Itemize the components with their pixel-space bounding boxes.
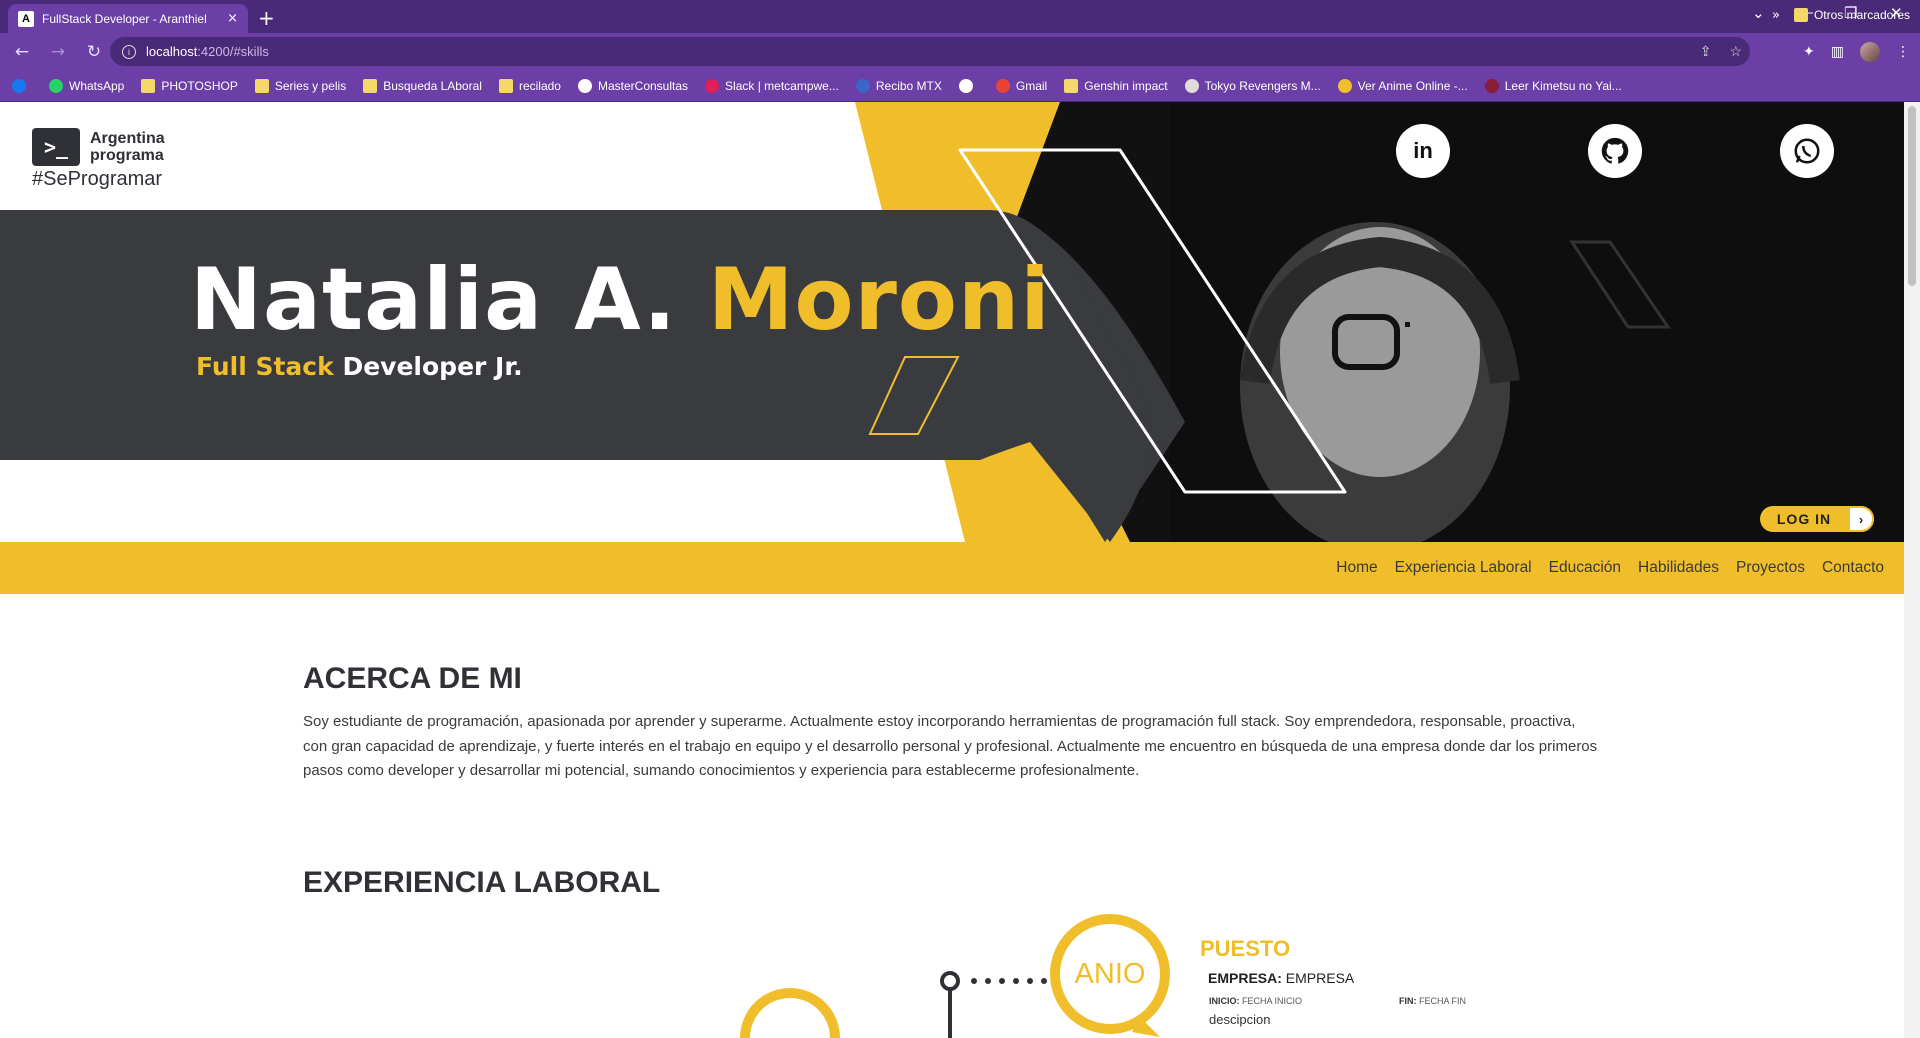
bookmarks-overflow-button[interactable]: »	[1772, 8, 1780, 23]
bookmark-item[interactable]	[958, 78, 979, 93]
bookmark-facebook[interactable]	[12, 78, 32, 93]
bookmark-label: Busqueda LAboral	[383, 78, 482, 93]
folder-icon	[363, 78, 378, 93]
bookmark-item[interactable]: Recibo MTX	[855, 78, 942, 93]
other-bookmarks[interactable]: Otros marcadores	[1793, 8, 1910, 22]
bookmark-label: Ver Anime Online -...	[1357, 78, 1468, 93]
url-host: localhost	[146, 44, 198, 59]
bookmark-item[interactable]: Tokyo Revengers M...	[1184, 78, 1321, 93]
browser-tab-strip: A FullStack Developer - Aranthiel × + ⌄ …	[0, 0, 1920, 33]
experience-position: PUESTO	[1200, 936, 1291, 961]
experience-company: EMPRESA: EMPRESA	[1208, 970, 1354, 986]
share-icon[interactable]: ⇪	[1700, 43, 1712, 60]
company-value: EMPRESA	[1285, 970, 1355, 986]
experience-start: INICIO: FECHA INICIO	[1209, 996, 1302, 1006]
bookmark-label: Series y pelis	[274, 78, 347, 93]
folder-icon	[254, 78, 269, 93]
folder-icon	[1793, 8, 1808, 22]
bookmark-label: Slack | metcampwe...	[725, 78, 839, 93]
folder-icon	[141, 78, 156, 93]
bookmark-item[interactable]: Gmail	[995, 78, 1048, 93]
bookmark-item[interactable]: Series y pelis	[254, 78, 347, 93]
browser-tab[interactable]: A FullStack Developer - Aranthiel ×	[8, 4, 248, 33]
forward-arrow-icon[interactable]: →	[44, 42, 72, 62]
browser-toolbar: ← → ↻ i localhost:4200/#skills ⇪ ☆ ✦ ▥ ⋮	[0, 33, 1920, 70]
bookmark-item[interactable]: recilado	[498, 78, 561, 93]
tab-title: FullStack Developer - Aranthiel	[42, 11, 207, 26]
end-value: FECHA FIN	[1419, 996, 1467, 1006]
bookmark-label: MasterConsultas	[597, 78, 689, 93]
bookmark-item[interactable]: Slack | metcampwe...	[705, 78, 839, 93]
end-label: FIN:	[1399, 996, 1417, 1006]
extensions-icon[interactable]: ✦	[1803, 44, 1815, 60]
bookmark-label: Tokyo Revengers M...	[1204, 78, 1321, 93]
bookmark-label: Gmail	[1015, 78, 1048, 93]
whatsapp-icon	[49, 78, 63, 93]
bookmark-item[interactable]: Genshin impact	[1064, 78, 1168, 93]
info-icon[interactable]: i	[122, 44, 136, 59]
bookmark-label: recilado	[518, 78, 561, 93]
bookmark-label: Recibo MTX	[875, 78, 942, 93]
side-panel-icon[interactable]: ▥	[1831, 44, 1844, 60]
url-path: :4200/#skills	[197, 44, 269, 59]
page-icon	[855, 78, 870, 93]
bookmark-star-icon[interactable]: ☆	[1729, 43, 1742, 60]
company-label: EMPRESA:	[1208, 970, 1282, 986]
experience-year-badge: ANIO	[1050, 914, 1170, 1034]
anime-icon	[1337, 78, 1352, 93]
start-value: FECHA INICIO	[1242, 996, 1303, 1006]
bookmarks-bar: WhatsApp PHOTOSHOP Series y pelis Busqueda …	[0, 70, 1920, 102]
back-arrow-icon[interactable]: ←	[8, 42, 36, 62]
bookmark-label: WhatsApp	[69, 78, 125, 93]
globe-icon	[577, 78, 592, 93]
bookmark-item[interactable]: MasterConsultas	[577, 78, 689, 93]
manga-icon	[1484, 78, 1499, 93]
menu-kebab-icon[interactable]: ⋮	[1896, 44, 1910, 60]
tab-search-icon[interactable]: ⌄	[1752, 4, 1765, 22]
bookmark-item[interactable]: PHOTOSHOP	[141, 78, 238, 93]
experience-end: FIN: FECHA FIN	[1399, 996, 1466, 1006]
start-label: INICIO:	[1209, 996, 1240, 1006]
bookmark-item[interactable]: Busqueda LAboral	[363, 78, 482, 93]
address-bar[interactable]: i localhost:4200/#skills ⇪ ☆	[110, 37, 1750, 66]
slack-icon	[705, 78, 720, 93]
gmail-icon	[995, 78, 1010, 93]
bookmark-label: Genshin impact	[1084, 78, 1168, 93]
other-bookmarks-label: Otros marcadores	[1813, 8, 1910, 22]
site-icon	[1184, 78, 1199, 93]
page-scrollbar[interactable]	[1904, 102, 1920, 1038]
globe-icon	[958, 78, 973, 93]
bookmark-item[interactable]: WhatsApp	[49, 78, 125, 93]
experience-description: descipcion	[1209, 1012, 1271, 1027]
profile-avatar[interactable]	[1860, 42, 1880, 62]
bookmark-label: PHOTOSHOP	[161, 78, 238, 93]
scrollbar-thumb[interactable]	[1908, 106, 1916, 286]
folder-icon	[1064, 78, 1079, 93]
folder-icon	[498, 78, 513, 93]
bookmark-label: Leer Kimetsu no Yai...	[1504, 78, 1622, 93]
facebook-icon	[12, 78, 26, 93]
tab-close-icon[interactable]: ×	[227, 11, 238, 26]
new-tab-button[interactable]: +	[258, 6, 275, 30]
page-viewport: >_ Argentina programa #SeProgramar Natal…	[0, 102, 1904, 1038]
reload-icon[interactable]: ↻	[80, 42, 108, 62]
experience-timeline-graphic	[740, 971, 1160, 1038]
angular-favicon-icon: A	[18, 10, 34, 27]
bookmark-item[interactable]: Leer Kimetsu no Yai...	[1484, 78, 1622, 93]
bookmark-item[interactable]: Ver Anime Online -...	[1337, 78, 1468, 93]
